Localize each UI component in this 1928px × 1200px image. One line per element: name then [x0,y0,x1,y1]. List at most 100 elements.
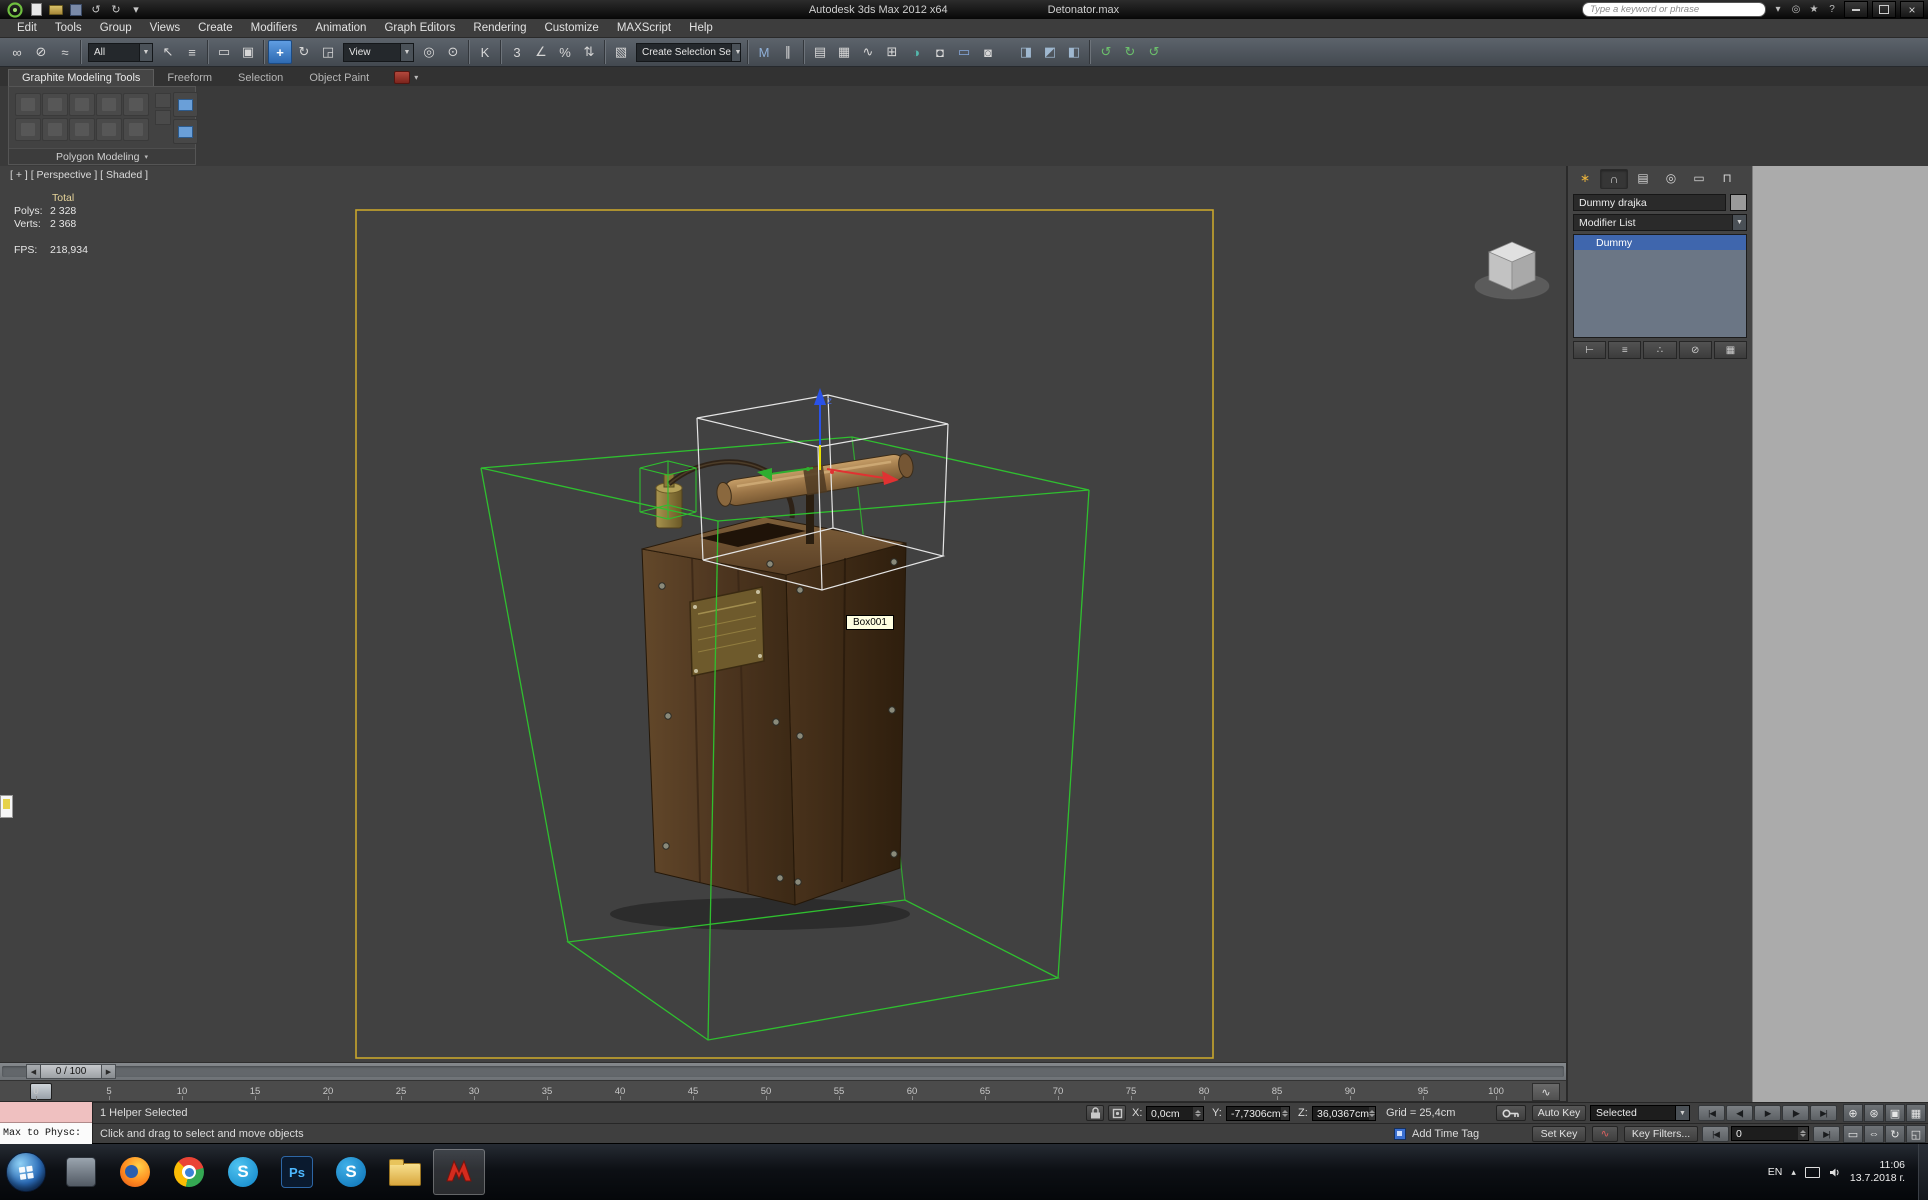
menu-rendering[interactable]: Rendering [464,19,535,37]
viewport-canvas[interactable]: z [0,166,1566,1062]
viewcube[interactable] [1474,241,1550,300]
x-coordinate-field[interactable]: 0,0cm [1146,1106,1204,1121]
keyboard-shortcut-override-icon[interactable]: K [473,40,497,64]
time-slider[interactable]: ◀ 0 / 100 ▶ [0,1062,1566,1080]
set-key-button[interactable]: Set Key [1532,1126,1586,1142]
minimize-button[interactable] [1844,1,1868,18]
z-axis-arrow[interactable] [814,388,826,405]
hierarchy-tab-icon[interactable]: ▤ [1630,169,1656,187]
edge-mode-icon[interactable] [42,93,68,116]
next-key-button[interactable]: ▶| [1813,1126,1840,1142]
frame-spinner[interactable] [1798,1127,1808,1140]
infocenter-search-input[interactable]: Type a keyword or phrase [1582,2,1766,17]
toolbar-extra-2-icon[interactable]: ◩ [1038,40,1062,64]
toolbar-extra-1-icon[interactable]: ◨ [1014,40,1038,64]
clock[interactable]: 11:06 13.7.2018 г. [1850,1159,1909,1185]
save-file-icon[interactable] [67,2,85,17]
align-icon[interactable]: ∥ [776,40,800,64]
time-slider-next-arrow[interactable]: ▶ [101,1064,116,1079]
menu-animation[interactable]: Animation [306,19,375,37]
ribbon-display-toggle[interactable]: ▾ [394,71,418,86]
angle-snap-icon[interactable]: ∠ [529,40,553,64]
menu-tools[interactable]: Tools [46,19,91,37]
modify-tab-icon[interactable]: ∩ [1600,169,1628,189]
material-editor-icon[interactable]: ◑ [904,40,928,64]
grow-selection-icon[interactable] [69,118,95,141]
polygon-mode-icon[interactable] [96,93,122,116]
viewport-label[interactable]: [ + ] [ Perspective ] [ Shaded ] [10,169,148,181]
schematic-view-icon[interactable]: ⊞ [880,40,904,64]
ribbon-tab-object-paint[interactable]: Object Paint [296,70,382,86]
named-selection-sets-dropdown[interactable]: Create Selection Se ▼ [636,42,741,62]
create-tab-icon[interactable]: ∗ [1572,169,1598,187]
select-by-name-icon[interactable]: ≡ [180,40,204,64]
element-mode-icon[interactable] [123,93,149,116]
ribbon-tab-freeform[interactable]: Freeform [154,70,225,86]
orbit-button[interactable]: ↻ [1885,1125,1905,1143]
select-and-manipulate-icon[interactable]: ⊙ [441,40,465,64]
curve-editor-icon[interactable]: ∿ [856,40,880,64]
auto-key-button[interactable]: Auto Key [1532,1105,1586,1121]
zoom-button[interactable]: ⊕ [1843,1104,1863,1122]
edit-named-selection-sets-icon[interactable]: ▧ [609,40,633,64]
configure-modifier-sets-icon[interactable]: ▦ [1713,341,1748,359]
motion-tab-icon[interactable]: ◎ [1658,169,1684,187]
help-icon[interactable]: ? [1824,2,1840,17]
modifier-stack[interactable]: Dummy [1573,234,1747,338]
utilities-tab-icon[interactable]: ⊓ [1714,169,1740,187]
unlink-selection-icon[interactable]: ⊘ [29,40,53,64]
qat-dropdown-icon[interactable]: ▾ [127,2,145,17]
select-and-rotate-icon[interactable]: ↻ [292,40,316,64]
maxscript-mini-listener[interactable]: Max to Physc: [0,1102,93,1144]
object-color-swatch[interactable] [1730,194,1747,211]
y-coordinate-field[interactable]: -7,7306cm [1226,1106,1290,1121]
z-spinner[interactable] [1368,1107,1375,1120]
refresh-loop-2-icon[interactable]: ↻ [1118,40,1142,64]
display-tab-icon[interactable]: ▭ [1686,169,1712,187]
pan-button[interactable]: ⇔ [1864,1125,1884,1143]
redo-icon[interactable]: ↻ [107,2,125,17]
absolute-offset-toggle[interactable] [1108,1105,1126,1121]
select-and-scale-icon[interactable]: ◲ [316,40,340,64]
preview-selection-icon[interactable] [123,118,149,141]
detonator-model[interactable] [610,451,915,930]
select-and-move-icon[interactable]: + [268,40,292,64]
toggle-scene-explorer-icon[interactable] [173,119,198,144]
zoom-region-button[interactable]: ▭ [1843,1125,1863,1143]
object-name-field[interactable]: Dummy drajka [1573,194,1726,211]
show-end-result-icon[interactable]: ≡ [1608,341,1642,359]
render-setup-icon[interactable]: ◘ [928,40,952,64]
menu-edit[interactable]: Edit [8,19,46,37]
panel-pin-icon[interactable] [155,93,171,108]
zoom-all-button[interactable]: ⊛ [1864,1104,1884,1122]
refresh-loop-1-icon[interactable]: ↺ [1094,40,1118,64]
previous-key-button[interactable]: |◀ [1702,1126,1729,1142]
percent-snap-icon[interactable]: % [553,40,577,64]
taskbar-skype-2[interactable]: S [325,1149,377,1195]
menu-maxscript[interactable]: MAXScript [608,19,680,37]
selection-lock-toggle[interactable] [1086,1105,1104,1121]
volume-tray-icon[interactable] [1829,1167,1841,1178]
bind-to-space-warp-icon[interactable]: ≈ [53,40,77,64]
loop-mode-icon[interactable] [15,118,41,141]
mini-listener-macro-line[interactable] [0,1102,92,1123]
time-slider-prev-arrow[interactable]: ◀ [26,1064,41,1079]
go-to-start-button[interactable]: |◀ [1698,1105,1725,1121]
use-pivot-point-center-icon[interactable]: ◎ [417,40,441,64]
undo-icon[interactable]: ↺ [87,2,105,17]
close-button[interactable]: × [1900,1,1924,18]
taskbar-app-generic[interactable] [55,1149,107,1195]
toolbar-extra-3-icon[interactable]: ◧ [1062,40,1086,64]
perspective-viewport[interactable]: z [ + ] [ Perspective ] [ Shaded ] Total… [0,166,1566,1062]
ring-mode-icon[interactable] [42,118,68,141]
track-bar[interactable]: ∿ 0 5 10 15 20 25 30 35 40 45 50 55 60 65 70 75 80 85 90 95… [0,1080,1566,1102]
snaps-toggle-icon[interactable]: 3 [505,40,529,64]
open-file-icon[interactable] [47,2,65,17]
taskbar-firefox[interactable] [109,1149,161,1195]
taskbar-skype[interactable]: S [217,1149,269,1195]
hidden-icons-button[interactable]: ▴ [1791,1167,1796,1178]
make-unique-icon[interactable]: ∴ [1643,341,1677,359]
modifier-stack-row[interactable]: Dummy [1574,235,1746,250]
window-crossing-icon[interactable]: ▣ [236,40,260,64]
open-mini-curve-editor-button[interactable]: ∿ [1532,1083,1560,1101]
